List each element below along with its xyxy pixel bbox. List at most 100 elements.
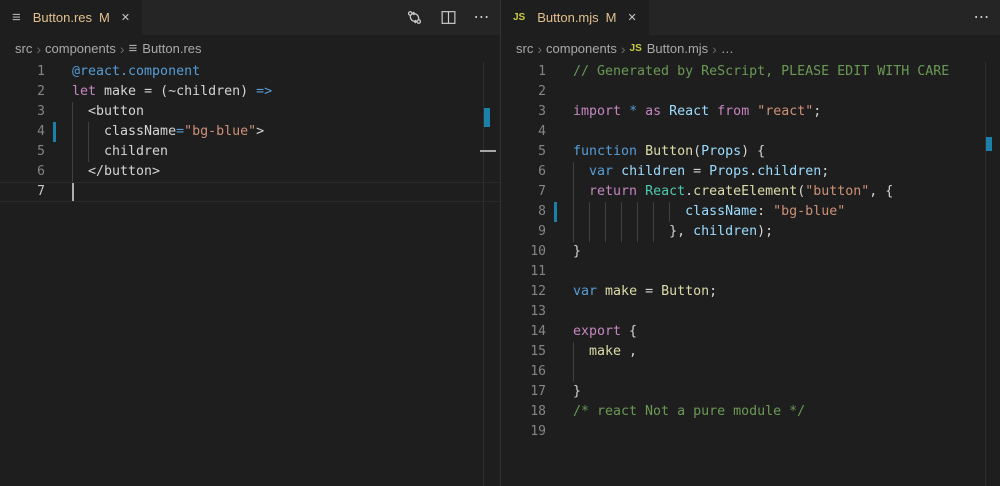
line-number[interactable]: 15 — [501, 342, 546, 362]
line-number[interactable]: 5 — [501, 142, 546, 162]
code-line[interactable]: 2let make = (~children) => — [0, 82, 500, 102]
code-line[interactable]: 13 — [501, 302, 1000, 322]
indent-guide — [653, 222, 654, 242]
code-editor-button-res[interactable]: 1@react.component2let make = (~children)… — [0, 62, 500, 486]
line-number[interactable]: 12 — [501, 282, 546, 302]
token-pln — [621, 104, 629, 119]
line-number[interactable]: 10 — [501, 242, 546, 262]
indent-guide — [88, 122, 89, 142]
token-kw2: export — [573, 324, 621, 339]
breadcrumb-src[interactable]: src — [516, 41, 533, 56]
token-pln — [709, 104, 717, 119]
tab-button-mjs[interactable]: JS Button.mjs M ✕ — [501, 0, 649, 35]
code-line[interactable]: 10} — [501, 242, 1000, 262]
breadcrumb-file[interactable]: Button.mjs — [647, 41, 708, 56]
indent-guide — [621, 202, 622, 222]
line-number[interactable]: 4 — [501, 122, 546, 142]
code-line[interactable]: 2 — [501, 82, 1000, 102]
line-number[interactable]: 13 — [501, 302, 546, 322]
token-pln: children — [72, 144, 168, 159]
gutter-modified-indicator — [53, 122, 56, 142]
token-kw1: = — [176, 124, 184, 139]
code-line[interactable]: 8 className: "bg-blue" — [501, 202, 1000, 222]
more-actions-icon[interactable]: ⋯ — [472, 8, 492, 28]
code-line[interactable]: 19 — [501, 422, 1000, 442]
line-number[interactable]: 16 — [501, 362, 546, 382]
code-line[interactable]: 16 — [501, 362, 1000, 382]
code-line[interactable]: 4 — [501, 122, 1000, 142]
code-line[interactable]: 6 </button> — [0, 162, 500, 182]
line-number[interactable]: 19 — [501, 422, 546, 442]
code-line[interactable]: 1// Generated by ReScript, PLEASE EDIT W… — [501, 62, 1000, 82]
line-number[interactable]: 2 — [501, 82, 546, 102]
line-number[interactable]: 7 — [501, 182, 546, 202]
token-pln: } — [573, 244, 581, 259]
chevron-right-icon: › — [621, 42, 626, 56]
close-tab-icon[interactable]: ✕ — [121, 11, 130, 24]
token-pln — [573, 184, 589, 199]
code-line[interactable]: 18 /* react Not a pure module */ — [501, 402, 1000, 422]
split-editor-icon[interactable] — [438, 8, 458, 28]
indent-guide — [589, 222, 590, 242]
breadcrumb-src[interactable]: src — [15, 41, 32, 56]
line-number[interactable]: 9 — [501, 222, 546, 242]
line-number[interactable]: 6 — [501, 162, 546, 182]
token-cmt: /* react Not a pure module */ — [573, 404, 805, 419]
open-changes-icon[interactable] — [404, 8, 424, 28]
breadcrumb-components[interactable]: components — [45, 41, 116, 56]
line-number[interactable]: 11 — [501, 262, 546, 282]
code-line[interactable]: 14export { — [501, 322, 1000, 342]
line-number[interactable]: 3 — [0, 102, 45, 122]
chevron-right-icon: › — [712, 42, 717, 56]
breadcrumb: src › components › JS Button.mjs › … — [501, 35, 1000, 62]
res-file-icon: ≡ — [12, 10, 21, 26]
line-number[interactable]: 6 — [0, 162, 45, 182]
line-number[interactable]: 8 — [501, 202, 546, 222]
tab-button-res[interactable]: ≡ Button.res M ✕ — [0, 0, 142, 35]
git-modified-badge: M — [606, 10, 617, 25]
token-pln: ; — [821, 164, 829, 179]
token-pln: ( — [693, 144, 701, 159]
line-number[interactable]: 1 — [501, 62, 546, 82]
indent-guide — [605, 222, 606, 242]
token-pln: = — [637, 284, 661, 299]
code-line[interactable]: 5function Button(Props) { — [501, 142, 1000, 162]
breadcrumb-file[interactable]: Button.res — [142, 41, 201, 56]
line-number[interactable]: 3 — [501, 102, 546, 122]
code-editor-button-mjs[interactable]: 1// Generated by ReScript, PLEASE EDIT W… — [501, 62, 1000, 486]
token-str: "bg-blue" — [773, 204, 845, 219]
line-number[interactable]: 5 — [0, 142, 45, 162]
line-number[interactable]: 7 — [0, 182, 45, 202]
line-number[interactable]: 1 — [0, 62, 45, 82]
code-line[interactable]: 9 }, children); — [501, 222, 1000, 242]
token-pln: </button> — [72, 164, 160, 179]
token-pln: : — [757, 204, 773, 219]
code-line[interactable]: 4 className="bg-blue"> — [0, 122, 500, 142]
code-line[interactable]: 3 <button — [0, 102, 500, 122]
close-tab-icon[interactable]: ✕ — [628, 11, 637, 24]
token-kw1: function — [573, 144, 637, 159]
line-number[interactable]: 18 — [501, 402, 546, 422]
text-cursor — [72, 183, 74, 201]
code-line[interactable]: 17} — [501, 382, 1000, 402]
code-line[interactable]: 12var make = Button; — [501, 282, 1000, 302]
line-number[interactable]: 17 — [501, 382, 546, 402]
breadcrumb-components[interactable]: components — [546, 41, 617, 56]
code-line[interactable]: 15 make , — [501, 342, 1000, 362]
indent-guide — [573, 182, 574, 202]
breadcrumb: src › components › ≡ Button.res — [0, 35, 500, 62]
line-number[interactable]: 2 — [0, 82, 45, 102]
line-number[interactable]: 14 — [501, 322, 546, 342]
token-str: "react" — [757, 104, 813, 119]
more-actions-icon[interactable]: ⋯ — [972, 8, 992, 28]
code-line[interactable]: 5 children — [0, 142, 500, 162]
code-line[interactable]: 3import * as React from "react"; — [501, 102, 1000, 122]
indent-guide — [573, 162, 574, 182]
line-number[interactable]: 4 — [0, 122, 45, 142]
breadcrumb-symbol-ellipsis[interactable]: … — [721, 41, 734, 56]
code-line[interactable]: 11 — [501, 262, 1000, 282]
code-line[interactable]: 7 — [0, 182, 500, 202]
code-line[interactable]: 6 var children = Props.children; — [501, 162, 1000, 182]
code-line[interactable]: 7 return React.createElement("button", { — [501, 182, 1000, 202]
code-line[interactable]: 1@react.component — [0, 62, 500, 82]
